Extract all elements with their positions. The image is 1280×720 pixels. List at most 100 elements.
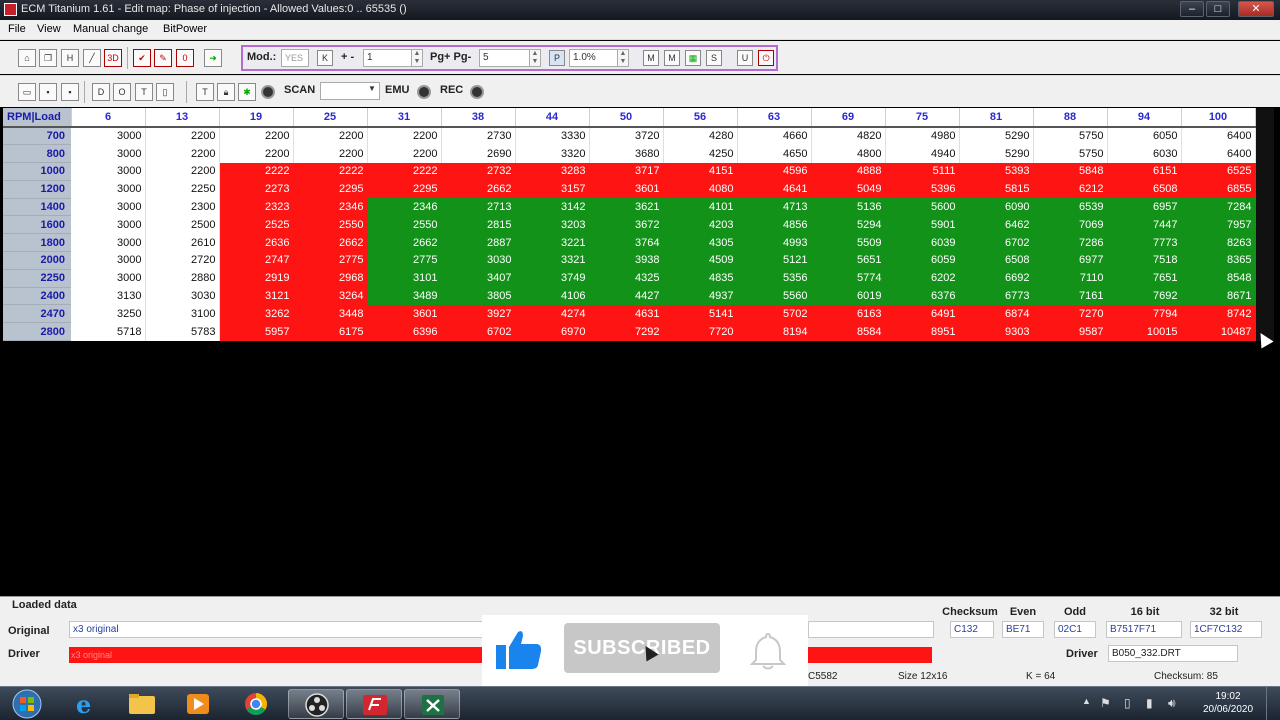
map-cell[interactable]: 5560	[737, 287, 812, 305]
map-cell[interactable]: 2250	[145, 180, 220, 199]
map-cell[interactable]: 9587	[1033, 322, 1108, 341]
map-cell[interactable]: 6970	[515, 322, 590, 341]
m-icon[interactable]: M	[664, 50, 680, 66]
map-cell[interactable]: 2200	[145, 127, 220, 145]
map-cell[interactable]: 8263	[1181, 233, 1256, 252]
taskbar-excel[interactable]	[404, 689, 460, 719]
map-cell[interactable]: 2550	[367, 215, 442, 234]
table-h-icon[interactable]: H	[61, 49, 79, 67]
map-cell[interactable]: 2222	[219, 162, 294, 181]
map-cell[interactable]: 7284	[1181, 198, 1256, 216]
map-cell[interactable]: 5111	[885, 162, 960, 181]
map-cell[interactable]: 7518	[1107, 251, 1182, 270]
map-cell[interactable]: 7447	[1107, 215, 1182, 234]
map-cell[interactable]: 5702	[737, 304, 812, 323]
graph-icon[interactable]: ╱	[83, 49, 101, 67]
edit-icon[interactable]: ✎	[154, 49, 172, 67]
map-cell[interactable]: 3672	[589, 215, 664, 234]
map-cell[interactable]: 6462	[959, 215, 1034, 234]
map-cell[interactable]: 3000	[71, 269, 146, 288]
map-cell[interactable]: 3621	[589, 198, 664, 216]
map-cell[interactable]: 3000	[71, 144, 146, 163]
map-cell[interactable]: 2730	[441, 127, 516, 145]
map-cell[interactable]: 3938	[589, 251, 664, 270]
map-cell[interactable]: 3000	[71, 162, 146, 181]
map-cell[interactable]: 10487	[1181, 322, 1256, 341]
map-cell[interactable]: 3407	[441, 269, 516, 288]
map-cell[interactable]: 6202	[885, 269, 960, 288]
action-center-flag-icon[interactable]: ⚑	[1100, 696, 1111, 710]
map-cell[interactable]: 6977	[1033, 251, 1108, 270]
taskbar-ie[interactable]: e	[56, 689, 112, 719]
step-spinner[interactable]: ▲ ▼	[411, 49, 423, 67]
map-cell[interactable]: 3130	[71, 287, 146, 305]
map-cell[interactable]: 3000	[71, 127, 146, 145]
map-cell[interactable]: 7292	[589, 322, 664, 341]
map-cell[interactable]: 4940	[885, 144, 960, 163]
map-cell[interactable]: 5290	[959, 144, 1034, 163]
map-cell[interactable]: 2713	[441, 198, 516, 216]
map-cell[interactable]: 3601	[367, 304, 442, 323]
zero-icon[interactable]: 0	[176, 49, 194, 67]
map-cell[interactable]: 5774	[811, 269, 886, 288]
map-cell[interactable]: 3764	[589, 233, 664, 252]
map-cell[interactable]: 2200	[293, 127, 368, 145]
map-cell[interactable]: 2346	[293, 198, 368, 216]
map-cell[interactable]: 6396	[367, 322, 442, 341]
taskbar-media-player[interactable]	[170, 689, 226, 719]
map-cell[interactable]: 4650	[737, 144, 812, 163]
map-cell[interactable]: 4427	[589, 287, 664, 305]
map-cell[interactable]: 5651	[811, 251, 886, 270]
tools-icon[interactable]: T	[196, 83, 214, 101]
network-icon[interactable]: ▮	[1146, 696, 1153, 710]
map-cell[interactable]: 4641	[737, 180, 812, 199]
map-cell[interactable]: 2200	[367, 127, 442, 145]
map-cell[interactable]: 4080	[663, 180, 738, 199]
map-cell[interactable]: 2200	[219, 144, 294, 163]
map-cell[interactable]: 6175	[293, 322, 368, 341]
map-cell[interactable]: 4305	[663, 233, 738, 252]
map-cell[interactable]: 3157	[515, 180, 590, 199]
map-cell[interactable]: 3601	[589, 180, 664, 199]
menu-file[interactable]: File	[8, 23, 26, 35]
menu-view[interactable]: View	[37, 23, 61, 35]
3d-view-icon[interactable]: 3D	[104, 49, 122, 67]
map-cell[interactable]: 6090	[959, 198, 1034, 216]
map-cell[interactable]: 4820	[811, 127, 886, 145]
map-cell[interactable]: 6400	[1181, 144, 1256, 163]
minimize-button[interactable]: –	[1180, 1, 1204, 17]
p-icon[interactable]: P	[549, 50, 565, 66]
taskbar-explorer[interactable]	[114, 689, 170, 719]
map-cell[interactable]: 5901	[885, 215, 960, 234]
map-cell[interactable]: 5136	[811, 198, 886, 216]
map-cell[interactable]: 6030	[1107, 144, 1182, 163]
taskbar-ecm-titanium[interactable]	[346, 689, 402, 719]
map-cell[interactable]: 3000	[71, 180, 146, 199]
t-alt-icon[interactable]: ▯	[156, 83, 174, 101]
maximize-button[interactable]: □	[1206, 1, 1230, 17]
m-left-icon[interactable]: M	[643, 50, 659, 66]
map-cell[interactable]: 4835	[663, 269, 738, 288]
map-cell[interactable]: 8548	[1181, 269, 1256, 288]
o-icon[interactable]: O	[113, 83, 131, 101]
menu-manual-change[interactable]: Manual change	[73, 23, 148, 35]
map-cell[interactable]: 6525	[1181, 162, 1256, 181]
map-cell[interactable]: 2200	[145, 144, 220, 163]
map-cell[interactable]: 2222	[367, 162, 442, 181]
map-cell[interactable]: 2775	[367, 251, 442, 270]
map-cell[interactable]: 5600	[885, 198, 960, 216]
map-cell[interactable]: 7161	[1033, 287, 1108, 305]
chevron-down-icon[interactable]: ▼	[368, 84, 376, 93]
map-cell[interactable]: 3489	[367, 287, 442, 305]
map-cell[interactable]: 7270	[1033, 304, 1108, 323]
map-cell[interactable]: 6508	[1107, 180, 1182, 199]
map-cell[interactable]: 3720	[589, 127, 664, 145]
map-cell[interactable]: 2300	[145, 198, 220, 216]
map-cell[interactable]: 2887	[441, 233, 516, 252]
map-cell[interactable]: 3000	[71, 233, 146, 252]
map-cell[interactable]: 4203	[663, 215, 738, 234]
map-cell[interactable]: 3121	[219, 287, 294, 305]
show-desktop-button[interactable]	[1266, 687, 1280, 720]
map-cell[interactable]: 3680	[589, 144, 664, 163]
map-cell[interactable]: 6212	[1033, 180, 1108, 199]
